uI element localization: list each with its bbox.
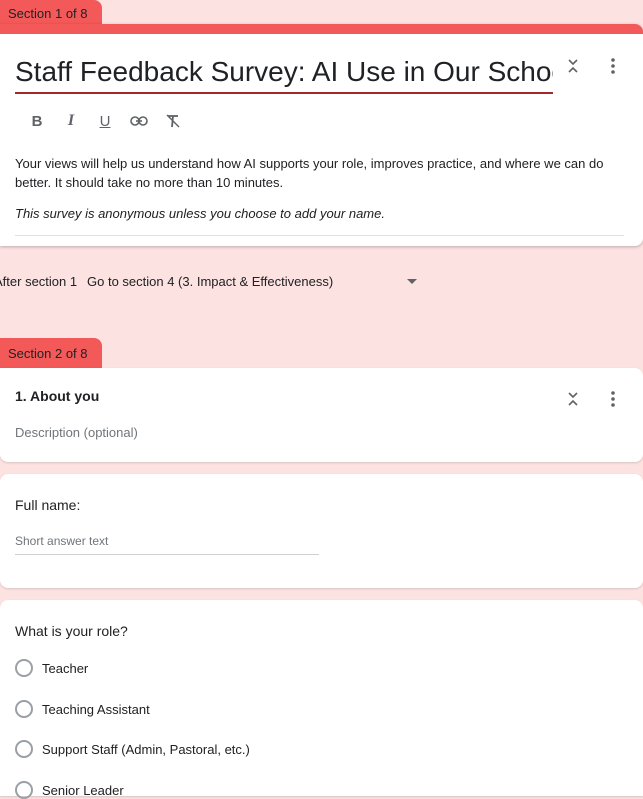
form-description[interactable]: Your views will help us understand how A…: [15, 154, 627, 235]
italic-button[interactable]: I: [54, 104, 88, 138]
question-title: Full name:: [15, 497, 81, 513]
underline-button[interactable]: U: [88, 104, 122, 138]
radio-button[interactable]: [15, 781, 33, 799]
after-section-select[interactable]: Go to section 4 (3. Impact & Effectivene…: [87, 274, 333, 289]
section-2-header-card: 1. About you Description (optional): [0, 368, 643, 462]
collapse-section-2-button[interactable]: [561, 387, 585, 411]
short-answer-field: Short answer text: [15, 534, 319, 555]
bold-icon: B: [31, 112, 43, 130]
after-section-label: After section 1: [0, 274, 78, 289]
radio-button[interactable]: [15, 659, 33, 677]
section-2-tab-label: Section 2 of 8: [8, 346, 88, 361]
radio-option[interactable]: Teaching Assistant: [15, 700, 150, 718]
radio-option-label: Teaching Assistant: [42, 701, 150, 717]
link-button[interactable]: [122, 104, 156, 138]
section-2-tab: Section 2 of 8: [0, 338, 102, 369]
section-1-tab-label: Section 1 of 8: [8, 5, 88, 21]
section-1-tab: Section 1 of 8: [0, 0, 102, 26]
italic-icon: I: [67, 112, 75, 129]
radio-option[interactable]: Support Staff (Admin, Pastoral, etc.): [15, 740, 250, 758]
radio-button[interactable]: [15, 700, 33, 718]
description-underline: [15, 235, 624, 236]
radio-button[interactable]: [15, 740, 33, 758]
question-card-role[interactable]: What is your role? Teacher Teaching Assi…: [0, 600, 643, 799]
radio-option[interactable]: Senior Leader: [15, 781, 124, 799]
text-format-toolbar: B I U: [20, 104, 190, 138]
link-icon: [130, 116, 148, 126]
underline-icon: U: [99, 112, 111, 130]
radio-option[interactable]: Teacher: [15, 659, 88, 677]
form-description-paragraph: Your views will help us understand how A…: [15, 156, 604, 190]
radio-option-label: Teacher: [42, 660, 89, 676]
collapse-icon: [568, 392, 578, 406]
radio-option-label: Support Staff (Admin, Pastoral, etc.): [42, 741, 250, 757]
question-card-full-name[interactable]: Full name: Short answer text: [0, 474, 643, 588]
clear-format-icon: [166, 114, 180, 128]
dropdown-arrow-icon[interactable]: [407, 279, 417, 284]
bold-button[interactable]: B: [20, 104, 54, 138]
more-options-button[interactable]: [601, 54, 625, 78]
section-2-more-options-button[interactable]: [601, 387, 625, 411]
form-title-input[interactable]: Staff Feedback Survey: AI Use in Our Sch…: [15, 52, 553, 94]
section-2-description-input[interactable]: Description (optional): [15, 425, 138, 440]
more-vert-icon: [611, 391, 615, 407]
more-vert-icon: [611, 58, 615, 74]
section-2-title[interactable]: 1. About you: [15, 388, 99, 404]
collapse-icon: [568, 59, 578, 73]
form-description-anonymous-note: This survey is anonymous unless you choo…: [15, 206, 385, 221]
radio-option-label: Senior Leader: [42, 782, 124, 798]
collapse-section-button[interactable]: [561, 54, 585, 78]
form-header-card: Staff Feedback Survey: AI Use in Our Sch…: [0, 24, 643, 246]
clear-format-button[interactable]: [156, 104, 190, 138]
question-title: What is your role?: [15, 623, 128, 639]
after-section-navigation: After section 1 Go to section 4 (3. Impa…: [0, 272, 643, 292]
